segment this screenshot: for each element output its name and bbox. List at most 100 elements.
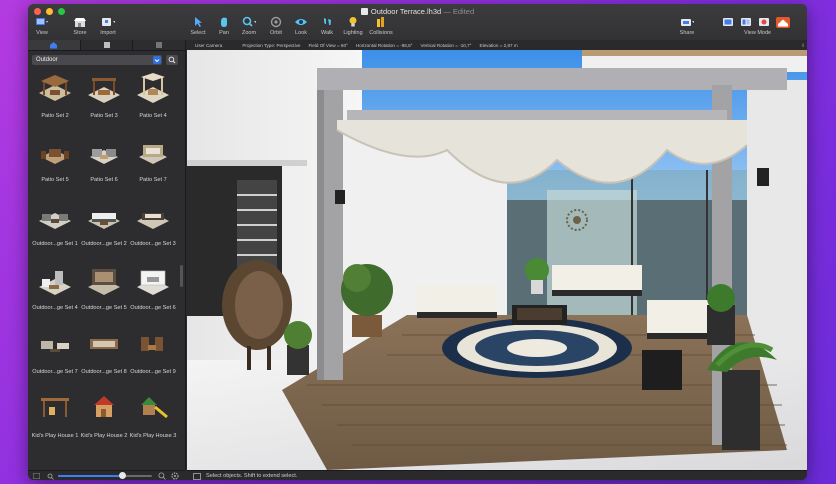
toolbar-look-button[interactable]: Look (288, 16, 314, 36)
tab-list[interactable] (133, 40, 185, 50)
library-item[interactable]: Outdoor...ge Set 8 (79, 326, 129, 390)
app-window: Outdoor Terrace.lh3d — Edited View Store… (28, 4, 807, 480)
toolbar-collisions-button[interactable]: Collisions (368, 16, 394, 36)
lounge-set-thumbnail (137, 270, 169, 295)
patio-set-thumbnail (139, 145, 167, 164)
library-item[interactable]: Outdoor...ge Set 4 (30, 262, 80, 326)
library-sidebar: Outdoor Patio Set 2 Patio Set 3 Patio Se… (28, 40, 186, 480)
status-info-icon (193, 472, 201, 480)
library-item[interactable]: Outdoor...ge Set 6 (128, 262, 178, 326)
category-value: Outdoor (36, 57, 58, 63)
zoom-out-icon[interactable] (47, 473, 54, 480)
horizontal-rotation: Horizontal Rotation = -98,8° (355, 42, 413, 48)
toolbar-zoom-button[interactable]: Zoom (236, 16, 262, 36)
library-item[interactable]: Outdoor...ge Set 5 (79, 262, 129, 326)
sidebar-tabs (28, 40, 185, 51)
search-icon (168, 56, 176, 64)
tab-materials[interactable] (81, 40, 134, 50)
chevron-down-icon (153, 56, 161, 64)
library-item[interactable]: Outdoor...ge Set 9 (128, 326, 178, 390)
library-item[interactable]: Outdoor...ge Set 1 (30, 198, 80, 262)
status-message: Select objects. Shift to extend select. (206, 473, 298, 479)
view-mode-3d-icon[interactable] (758, 17, 770, 27)
patio-set-thumbnail (39, 75, 71, 101)
look-eye-icon (295, 19, 307, 25)
orbit-icon (270, 16, 282, 28)
projection-type: Projection Type: Perspective (242, 42, 301, 48)
view-mode-split-icon[interactable] (740, 17, 752, 27)
lounge-set-thumbnail (137, 213, 169, 229)
edited-indicator: — Edited (441, 7, 475, 16)
play-house-thumbnail (94, 396, 114, 417)
toolbar-walk-button[interactable]: Walk (314, 16, 340, 36)
patio-set-thumbnail (88, 78, 120, 103)
3d-viewport[interactable] (187, 50, 807, 470)
view-icon (36, 18, 48, 25)
library-icon (50, 42, 58, 49)
library-item[interactable]: Patio Set 3 (79, 70, 129, 134)
select-arrow-icon (195, 17, 202, 27)
document-icon (360, 8, 368, 15)
lounge-set-thumbnail (39, 271, 71, 295)
zoom-in-icon[interactable] (158, 472, 166, 480)
thumbnail-size-slider[interactable] (58, 472, 152, 479)
settings-gear-icon[interactable] (171, 472, 179, 480)
toolbar-lighting-button[interactable]: Lighting (340, 16, 366, 36)
library-search-button[interactable] (166, 55, 178, 65)
patio-set-thumbnail (41, 149, 69, 164)
tab-library[interactable] (28, 40, 81, 50)
titlebar: Outdoor Terrace.lh3d — Edited View Store… (28, 4, 807, 41)
library-item[interactable]: Patio Set 4 (128, 70, 178, 134)
library-item[interactable]: Patio Set 6 (79, 134, 129, 198)
list-icon (156, 42, 163, 48)
walk-icon (324, 18, 331, 25)
import-icon (102, 18, 115, 26)
zoom-icon (242, 16, 256, 27)
library-item[interactable]: Kid's Play House 1 (30, 390, 80, 454)
toolbar-orbit-button[interactable]: Orbit (263, 16, 289, 36)
library-item[interactable]: Kid's Play House 3 (128, 390, 178, 454)
library-footer (28, 470, 185, 480)
view-mode-label: View Mode (744, 30, 772, 36)
library-item[interactable]: Outdoor...ge Set 2 (79, 198, 129, 262)
document-name: Outdoor Terrace.lh3d (370, 7, 442, 16)
lounge-set-thumbnail (90, 339, 118, 349)
library-item[interactable]: Patio Set 5 (30, 134, 80, 198)
library-scrollbar[interactable] (180, 70, 184, 462)
lightbulb-icon (349, 17, 357, 27)
materials-icon (103, 42, 110, 48)
toolbar-select-button[interactable]: Select (185, 16, 211, 36)
patio-set-thumbnail (137, 73, 169, 103)
share-icon (681, 19, 694, 26)
view-mode-group (722, 17, 790, 28)
library-item[interactable]: Patio Set 2 (30, 70, 80, 134)
collisions-icon (377, 17, 384, 27)
camera-name: User Camera (195, 42, 223, 48)
lounge-set-thumbnail (39, 213, 71, 229)
patio-set-thumbnail (90, 149, 118, 164)
thumbnail-view-icon[interactable] (33, 473, 40, 479)
infobar-menu-icon[interactable]: ‖ (802, 43, 804, 48)
view-mode-2d-icon[interactable] (722, 17, 734, 27)
library-item[interactable]: Patio Set 7 (128, 134, 178, 198)
library-item[interactable]: Outdoor...ge Set 7 (30, 326, 80, 390)
toolbar-import-button[interactable]: Import (95, 16, 121, 36)
status-bar: Select objects. Shift to extend select. (187, 470, 807, 480)
library-grid: Patio Set 2 Patio Set 3 Patio Set 4 Pati… (28, 70, 180, 465)
lounge-set-thumbnail (141, 337, 163, 351)
toolbar-pan-button[interactable]: Pan (211, 16, 237, 36)
view-mode-house-icon[interactable] (776, 17, 790, 28)
field-of-view: Field Of View = 60° (308, 42, 348, 48)
toolbar-view-button[interactable]: View (29, 16, 55, 36)
toolbar-share-button[interactable]: Share (674, 16, 700, 36)
pan-icon (221, 17, 227, 27)
library-item[interactable]: Kid's Play House 2 (79, 390, 129, 454)
slider-knob[interactable] (118, 472, 126, 479)
elevation: Elevation = 2,87 m (479, 42, 518, 48)
library-item[interactable]: Outdoor...ge Set 3 (128, 198, 178, 262)
terrace-render (187, 50, 807, 470)
play-house-thumbnail (141, 397, 168, 419)
category-dropdown[interactable]: Outdoor (32, 55, 162, 65)
lounge-set-thumbnail (41, 341, 69, 352)
toolbar-store-button[interactable]: Store (67, 16, 93, 36)
